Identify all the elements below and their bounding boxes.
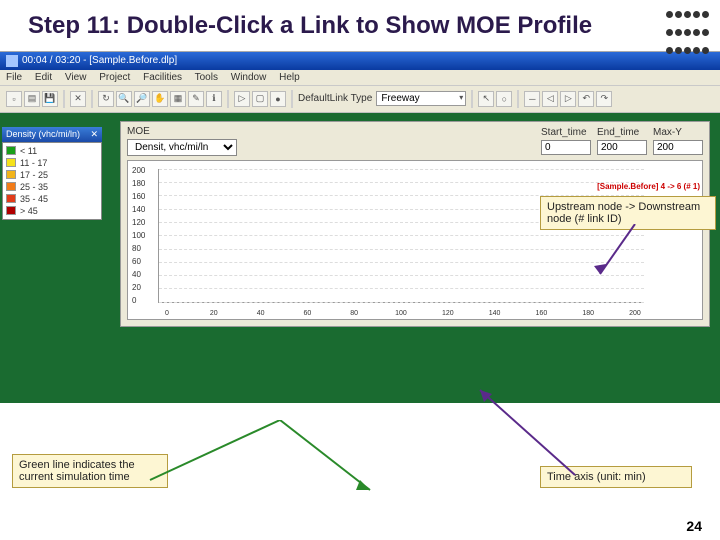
swatch-icon (6, 182, 16, 191)
next-icon[interactable]: ▷ (560, 91, 576, 107)
menu-help[interactable]: Help (279, 72, 300, 83)
menu-window[interactable]: Window (231, 72, 267, 83)
legend-title-text: Density (vhc/mi/ln) (6, 129, 80, 140)
menu-view[interactable]: View (65, 72, 87, 83)
toolbar: ▫ ▤ 💾 ✕ ↻ 🔍 🔎 ✋ ▦ ✎ ℹ ▷ ▢ ● DefaultLink … (0, 86, 720, 113)
legend-body: < 11 11 - 17 17 - 25 25 - 35 35 - 45 > 4… (2, 142, 102, 220)
workspace: Density (vhc/mi/ln) ✕ < 11 11 - 17 17 - … (0, 113, 720, 403)
select-icon[interactable]: ▦ (170, 91, 186, 107)
note-green-line: Green line indicates the current simulat… (12, 454, 168, 488)
legend-titlebar[interactable]: Density (vhc/mi/ln) ✕ (2, 127, 102, 142)
legend-close-icon[interactable]: ✕ (90, 129, 98, 140)
legend-row: 11 - 17 (6, 157, 98, 169)
new-icon[interactable]: ▫ (6, 91, 22, 107)
node-icon[interactable]: ○ (496, 91, 512, 107)
facility-type-label: DefaultLink Type (298, 93, 372, 104)
info-icon[interactable]: ℹ (206, 91, 222, 107)
max-y-input[interactable] (653, 140, 703, 155)
moe-plot: 200180160140120100806040200 020406080100… (127, 160, 703, 320)
swatch-icon (6, 206, 16, 215)
zoom-icon[interactable]: 🔍 (116, 91, 132, 107)
note-time-axis: Time axis (unit: min) (540, 466, 692, 488)
undo-icon[interactable]: ↶ (578, 91, 594, 107)
legend-row: < 11 (6, 145, 98, 157)
stop-icon[interactable]: ▢ (252, 91, 268, 107)
plot-grid (158, 169, 644, 303)
x-axis-ticks: 020406080100120140160180200 (160, 310, 642, 317)
density-legend-panel: Density (vhc/mi/ln) ✕ < 11 11 - 17 17 - … (2, 127, 102, 220)
menu-tools[interactable]: Tools (195, 72, 218, 83)
edit-icon[interactable]: ✎ (188, 91, 204, 107)
max-y-label: Max-Y (653, 127, 703, 138)
menu-file[interactable]: File (6, 72, 22, 83)
swatch-icon (6, 194, 16, 203)
legend-row: > 45 (6, 205, 98, 217)
redo-icon[interactable]: ↷ (596, 91, 612, 107)
save-icon[interactable]: 💾 (42, 91, 58, 107)
legend-row: 35 - 45 (6, 193, 98, 205)
zoomout-icon[interactable]: 🔎 (134, 91, 150, 107)
swatch-icon (6, 158, 16, 167)
cut-icon[interactable]: ✕ (70, 91, 86, 107)
menu-project[interactable]: Project (99, 72, 130, 83)
chart-controls: MOE Densit, vhc/mi/ln Start_time End_tim… (121, 122, 709, 158)
moe-label: MOE (127, 126, 237, 137)
pan-icon[interactable]: ✋ (152, 91, 168, 107)
legend-row: 17 - 25 (6, 169, 98, 181)
end-time-input[interactable] (597, 140, 647, 155)
start-time-input[interactable] (541, 140, 591, 155)
y-axis-ticks: 200180160140120100806040200 (132, 167, 145, 310)
record-icon[interactable]: ● (270, 91, 286, 107)
page-number: 24 (686, 518, 702, 534)
facility-type-select[interactable]: Freeway (376, 91, 466, 106)
moe-select[interactable]: Densit, vhc/mi/ln (127, 139, 237, 156)
start-time-label: Start_time (541, 127, 591, 138)
swatch-icon (6, 146, 16, 155)
swatch-icon (6, 170, 16, 179)
window-titlebar: 00:04 / 03:20 - [Sample.Before.dlp] (0, 52, 720, 70)
menu-facilities[interactable]: Facilities (143, 72, 182, 83)
pointer-icon[interactable]: ↖ (478, 91, 494, 107)
app-icon (6, 55, 18, 67)
slide-title: Step 11: Double-Click a Link to Show MOE… (0, 0, 720, 41)
prev-icon[interactable]: ◁ (542, 91, 558, 107)
open-icon[interactable]: ▤ (24, 91, 40, 107)
menu-edit[interactable]: Edit (35, 72, 52, 83)
link-icon[interactable]: ─ (524, 91, 540, 107)
play-icon[interactable]: ▷ (234, 91, 250, 107)
legend-row: 25 - 35 (6, 181, 98, 193)
series-legend-label: [Sample.Before] 4 -> 6 (# 1) (597, 183, 700, 192)
end-time-label: End_time (597, 127, 647, 138)
refresh-icon[interactable]: ↻ (98, 91, 114, 107)
menubar[interactable]: File Edit View Project Facilities Tools … (0, 70, 720, 86)
window-title-text: 00:04 / 03:20 - [Sample.Before.dlp] (22, 55, 177, 66)
note-upstream-downstream: Upstream node -> Downstream node (# link… (540, 196, 716, 230)
template-dots-icon (665, 6, 710, 60)
